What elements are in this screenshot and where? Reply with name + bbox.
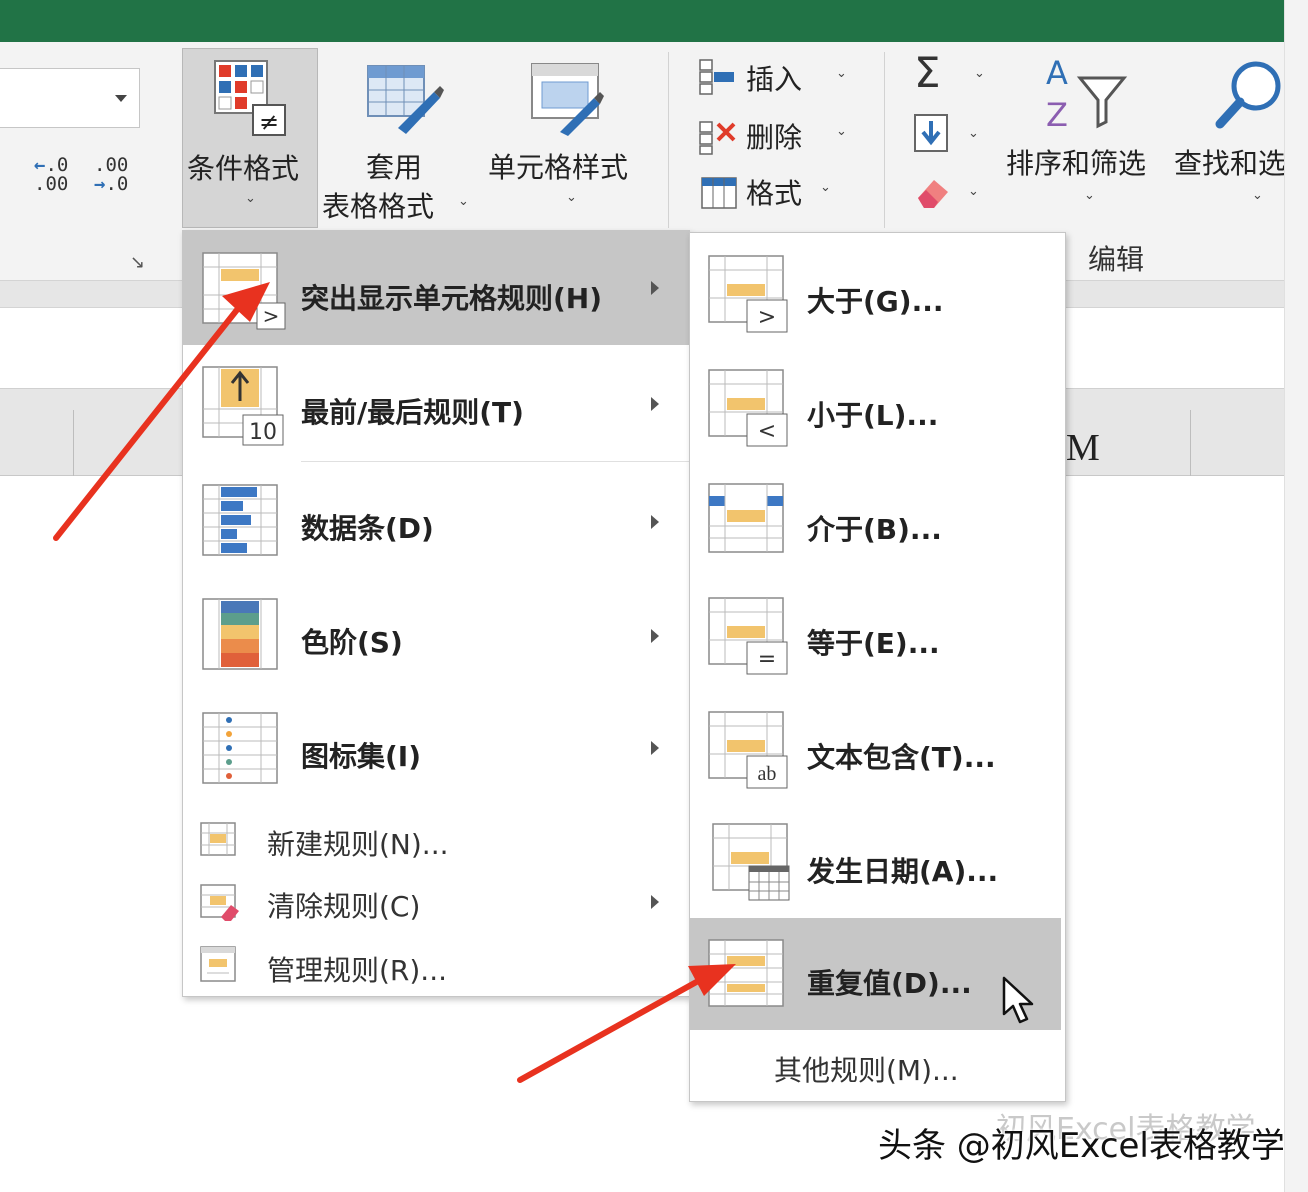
red-arrow-bottom — [517, 964, 736, 1083]
annotation-arrows — [53, 282, 736, 1083]
red-arrow-top — [53, 282, 270, 541]
watermark-text: 头条 @初风Excel表格教学 — [878, 1126, 1285, 1166]
